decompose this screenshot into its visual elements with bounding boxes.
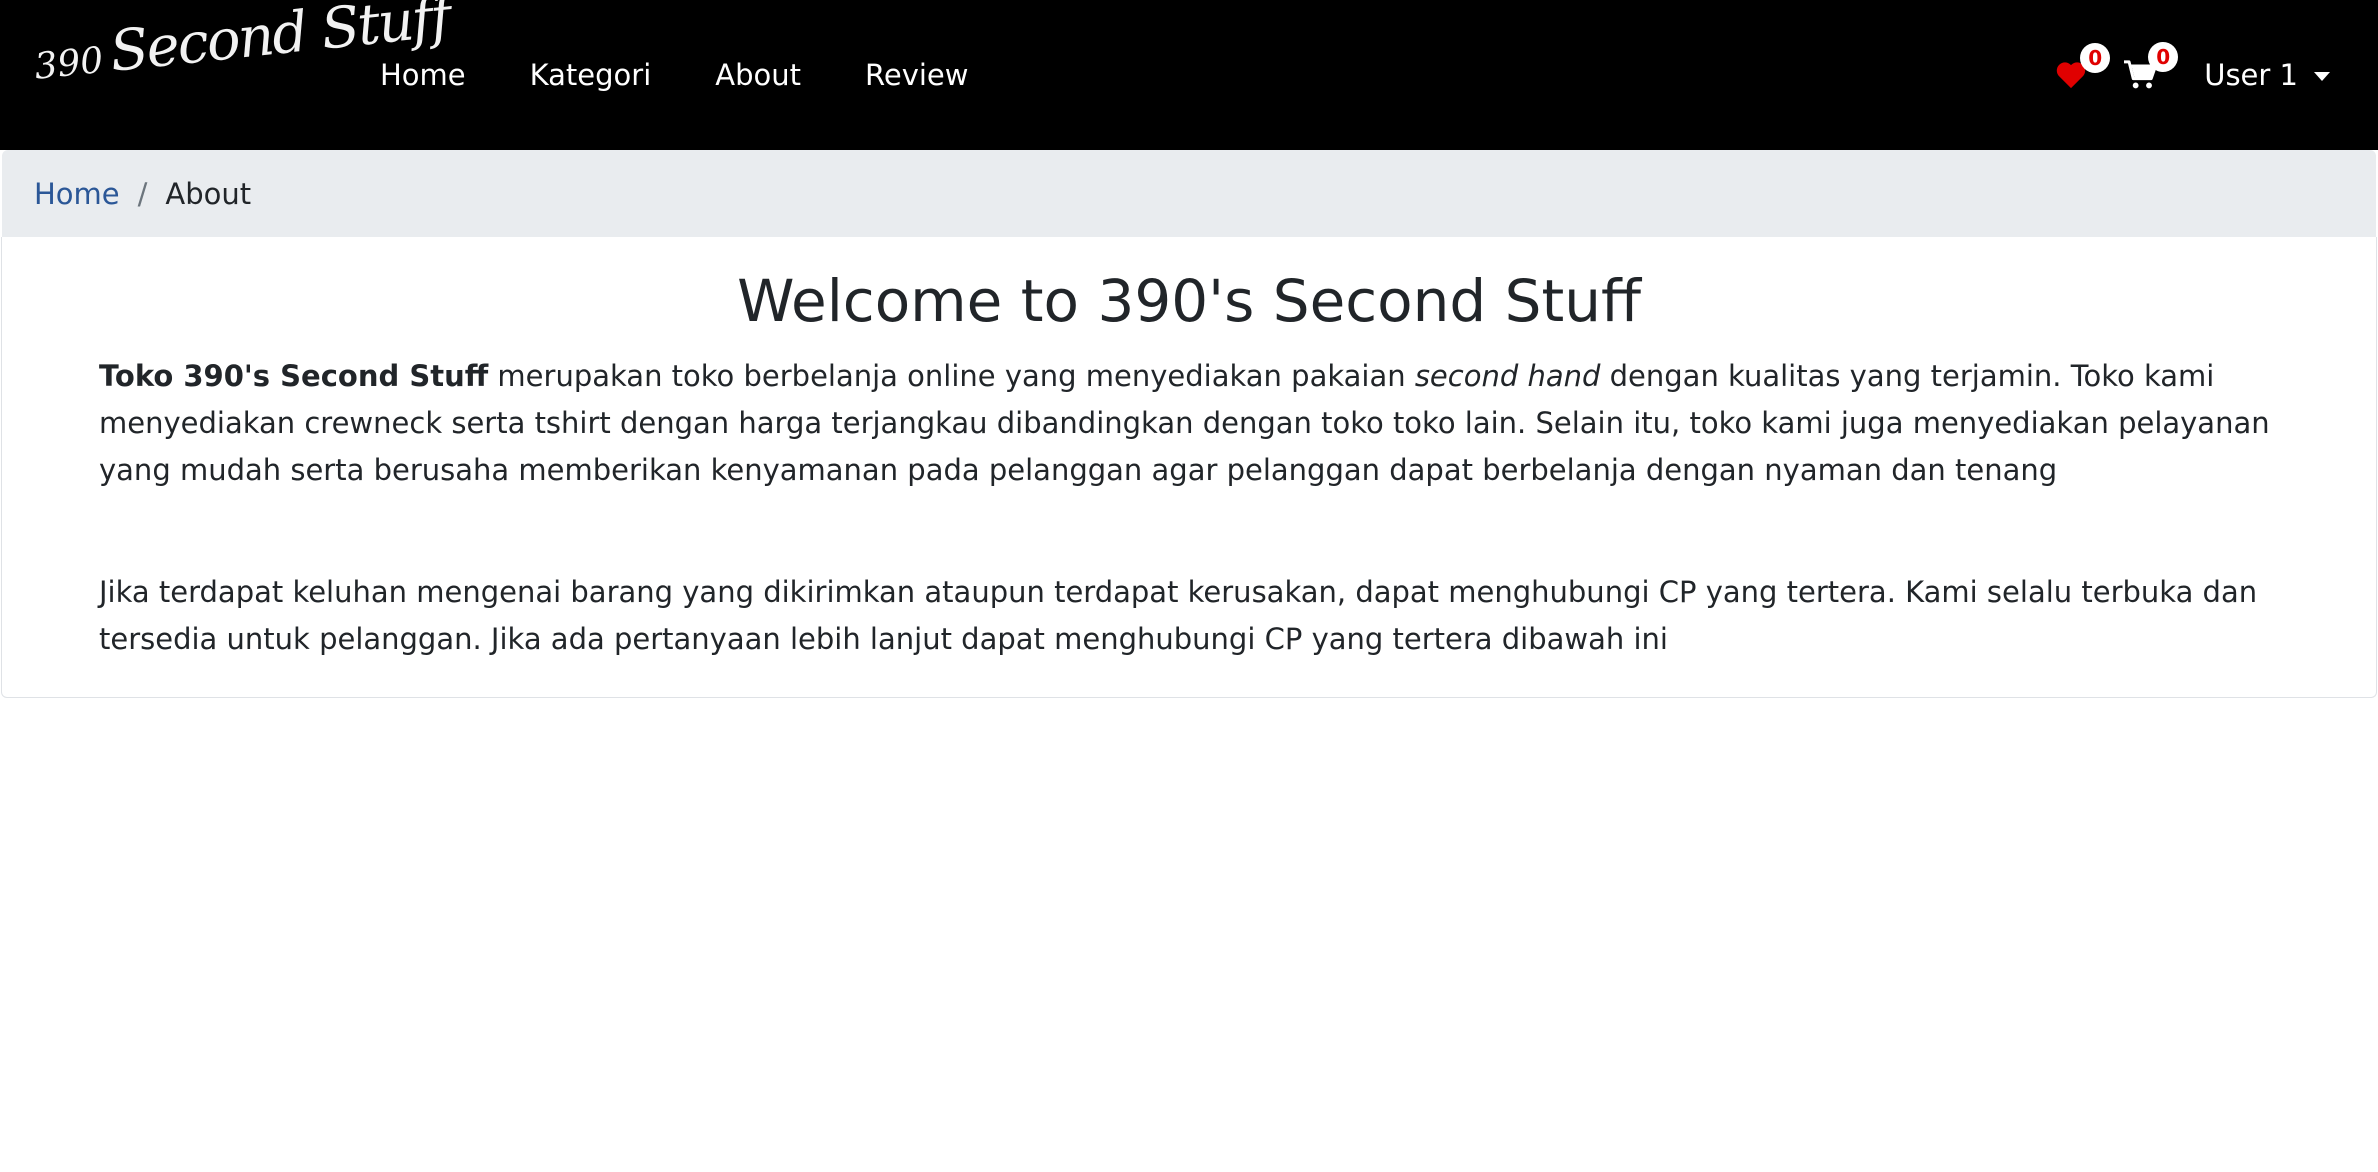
about-paragraph-1: Toko 390's Second Stuff merupakan toko b… bbox=[99, 353, 2279, 494]
brand-logo-number: 390 bbox=[32, 39, 106, 88]
nav-right: 0 0 User 1 bbox=[2056, 0, 2330, 150]
wishlist-button[interactable]: 0 bbox=[2056, 43, 2111, 89]
paragraph-1-text-a: merupakan toko berbelanja online yang me… bbox=[488, 359, 1415, 393]
about-card: Welcome to 390's Second Stuff Toko 390's… bbox=[1, 237, 2377, 698]
about-paragraph-2: Jika terdapat keluhan mengenai barang ya… bbox=[99, 575, 2258, 656]
breadcrumb-home-link[interactable]: Home bbox=[34, 177, 120, 211]
user-name: User 1 bbox=[2204, 58, 2298, 92]
navbar: 390Second Stuff Home Kategori About Revi… bbox=[0, 0, 2378, 150]
nav-links: Home Kategori About Review bbox=[380, 0, 1032, 150]
nav-link-kategori[interactable]: Kategori bbox=[530, 58, 652, 92]
wishlist-count-badge: 0 bbox=[2080, 43, 2111, 73]
page-title: Welcome to 390's Second Stuff bbox=[737, 267, 1641, 335]
breadcrumb-current: About bbox=[165, 176, 252, 211]
cart-count-badge: 0 bbox=[2148, 42, 2179, 72]
second-hand-italic: second hand bbox=[1414, 359, 1601, 393]
chevron-down-icon bbox=[2314, 71, 2330, 81]
breadcrumb-separator: / bbox=[137, 176, 148, 211]
user-dropdown-toggle[interactable]: User 1 bbox=[2204, 58, 2330, 92]
breadcrumb: Home / About bbox=[2, 150, 2376, 237]
nav-link-home[interactable]: Home bbox=[380, 58, 466, 92]
cart-button[interactable]: 0 bbox=[2124, 42, 2179, 90]
store-name-bold: Toko 390's Second Stuff bbox=[99, 359, 489, 393]
nav-link-review[interactable]: Review bbox=[865, 58, 968, 92]
nav-link-about[interactable]: About bbox=[715, 58, 801, 92]
